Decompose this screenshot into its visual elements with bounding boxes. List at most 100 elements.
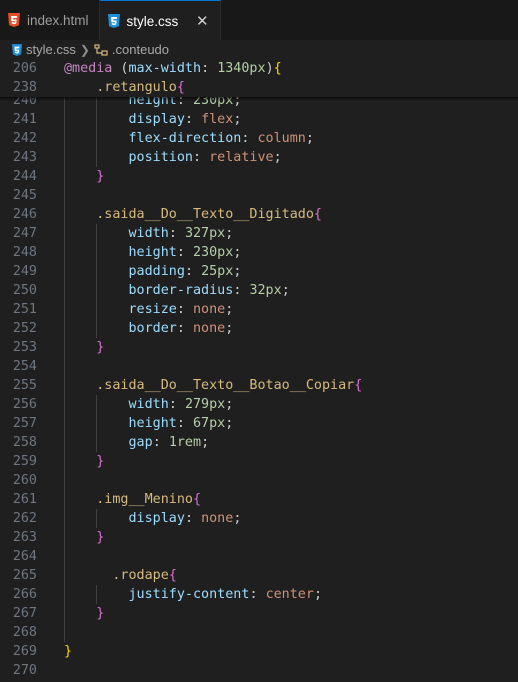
- code-token: :: [168, 397, 185, 412]
- code-line[interactable]: 263 }: [0, 528, 518, 547]
- code-line[interactable]: 245: [0, 186, 518, 205]
- code-token: @media: [64, 61, 113, 76]
- code-token: }: [96, 606, 105, 621]
- code-line[interactable]: 253 }: [0, 338, 518, 357]
- code-token: 230px: [193, 245, 234, 260]
- code-token: (: [112, 61, 129, 76]
- code-token: justify-content: [128, 587, 250, 602]
- code-token: ;: [313, 587, 322, 602]
- code-token: }: [96, 530, 105, 545]
- code-text: display: none;: [64, 509, 242, 528]
- breadcrumb-symbol[interactable]: .conteudo: [112, 42, 169, 57]
- code-line[interactable]: 260: [0, 471, 518, 490]
- code-line[interactable]: 250 border-radius: 32px;: [0, 281, 518, 300]
- tab-label: index.html: [27, 12, 89, 28]
- code-line[interactable]: 257 height: 67px;: [0, 414, 518, 433]
- code-token: flex: [201, 112, 234, 127]
- line-number: 241: [12, 112, 37, 127]
- code-text: resize: none;: [64, 300, 234, 319]
- sticky-scroll-shadow: [0, 97, 518, 101]
- code-line[interactable]: 241 display: flex;: [0, 110, 518, 129]
- code-token: :: [241, 131, 258, 146]
- line-number: 249: [12, 264, 37, 279]
- code-token: position: [128, 150, 194, 165]
- code-line[interactable]: 252 border: none;: [0, 319, 518, 338]
- code-line[interactable]: 258 gap: 1rem;: [0, 433, 518, 452]
- code-token: none: [193, 302, 226, 317]
- code-line[interactable]: 259 }: [0, 452, 518, 471]
- code-line[interactable]: 244 }: [0, 167, 518, 186]
- code-line[interactable]: 264: [0, 547, 518, 566]
- line-number: 262: [12, 511, 37, 526]
- code-token: {: [273, 61, 282, 76]
- code-token: 25px: [201, 264, 234, 279]
- code-line[interactable]: 256 width: 279px;: [0, 395, 518, 414]
- breadcrumb: style.css ❯ .conteudo: [0, 40, 518, 59]
- line-number: 244: [12, 169, 37, 184]
- code-token: display: [128, 112, 185, 127]
- code-line[interactable]: 254: [0, 357, 518, 376]
- code-token: 1340px: [217, 61, 266, 76]
- tab-style-css[interactable]: style.css ✕: [99, 0, 222, 41]
- code-line[interactable]: 249 padding: 25px;: [0, 262, 518, 281]
- line-number: 264: [12, 549, 37, 564]
- code-token: height: [128, 245, 177, 260]
- code-line[interactable]: 247 width: 327px;: [0, 224, 518, 243]
- code-line[interactable]: 269}: [0, 642, 518, 661]
- sticky-scroll-line[interactable]: 206 @media (max-width: 1340px){: [0, 59, 518, 78]
- code-line[interactable]: 265 .rodape{: [0, 566, 518, 585]
- code-line[interactable]: 261 .img__Menino{: [0, 490, 518, 509]
- code-token: column: [257, 131, 306, 146]
- code-text: @media (max-width: 1340px){: [64, 59, 282, 78]
- code-line[interactable]: 242 flex-direction: column;: [0, 129, 518, 148]
- code-line[interactable]: 262 display: none;: [0, 509, 518, 528]
- code-token: padding: [128, 264, 185, 279]
- code-line[interactable]: 248 height: 230px;: [0, 243, 518, 262]
- code-text: .img__Menino{: [64, 490, 201, 509]
- tab-label: style.css: [126, 13, 179, 29]
- indent-guide: [96, 91, 98, 167]
- code-token: none: [193, 321, 226, 336]
- code-line[interactable]: 267 }: [0, 604, 518, 623]
- code-line[interactable]: 251 resize: none;: [0, 300, 518, 319]
- code-text: border: none;: [64, 319, 234, 338]
- breadcrumb-file[interactable]: style.css: [26, 42, 76, 57]
- html5-icon: [8, 13, 20, 27]
- code-line[interactable]: 246 .saida__Do__Texto__Digitado{: [0, 205, 518, 224]
- code-token: :: [176, 321, 193, 336]
- close-icon[interactable]: ✕: [194, 12, 210, 30]
- code-text: }: [64, 167, 104, 186]
- code-text: height: 230px;: [64, 243, 242, 262]
- code-line[interactable]: 268: [0, 623, 518, 642]
- code-token: :: [184, 264, 202, 279]
- line-number: 206: [12, 61, 37, 76]
- code-text: justify-content: center;: [64, 585, 323, 604]
- line-number: 261: [12, 492, 37, 507]
- line-number: 269: [12, 644, 37, 659]
- indent-guide: [96, 224, 98, 338]
- line-number: 248: [12, 245, 37, 260]
- code-line[interactable]: 243 position: relative;: [0, 148, 518, 167]
- tab-index-html[interactable]: index.html: [0, 0, 100, 40]
- line-number: 255: [12, 378, 37, 393]
- line-number: 246: [12, 207, 37, 222]
- code-token: :: [201, 61, 218, 76]
- css3-icon: [107, 14, 120, 28]
- code-token: height: [128, 416, 177, 431]
- line-number: 250: [12, 283, 37, 298]
- code-text: .saida__Do__Texto__Digitado{: [64, 205, 322, 224]
- code-token: ;: [225, 416, 234, 431]
- indent-guide: [96, 585, 98, 604]
- code-token: gap: [128, 435, 153, 450]
- code-token: :: [176, 245, 193, 260]
- code-token: .saida__Do__Texto__Digitado: [96, 207, 314, 222]
- line-number: 256: [12, 397, 37, 412]
- sticky-scroll-line[interactable]: 238 .retangulo{: [0, 78, 518, 97]
- code-line[interactable]: 255 .saida__Do__Texto__Botao__Copiar{: [0, 376, 518, 395]
- code-editor[interactable]: 240 height: 230px;241 display: flex;242 …: [0, 59, 518, 682]
- code-line[interactable]: 266 justify-content: center;: [0, 585, 518, 604]
